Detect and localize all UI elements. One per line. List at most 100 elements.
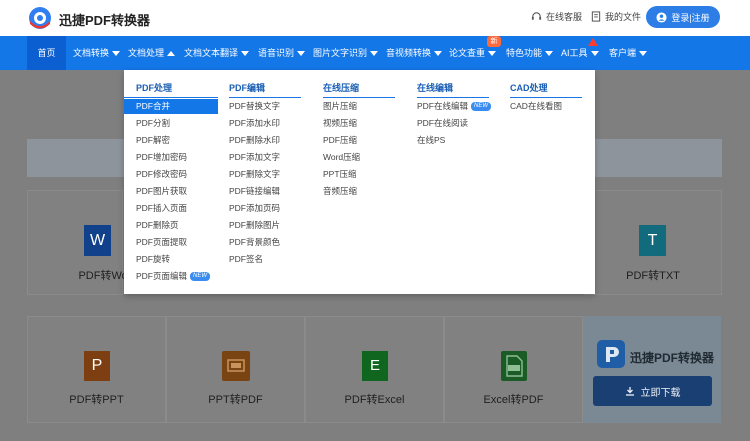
menu-item-pdf-remove-watermark[interactable]: PDF删除水印 — [229, 133, 280, 148]
menu-item-pdf-rotate[interactable]: PDF旋转 — [136, 252, 170, 267]
menu-item-pdf-decrypt[interactable]: PDF解密 — [136, 133, 170, 148]
card-pdf-to-excel[interactable]: E PDF转Excel — [305, 316, 444, 423]
menu-item-pdf-online-edit[interactable]: PDF在线编辑 NEW — [417, 99, 492, 114]
menu-item-pdf-link-edit[interactable]: PDF链接编辑 — [229, 184, 280, 199]
nav-image-ocr[interactable]: 图片文字识别 — [313, 36, 379, 70]
column-title-pdf-edit: PDF编辑 — [229, 83, 266, 93]
chevron-up-icon — [167, 51, 176, 57]
card-label: PDF转TXT — [626, 270, 680, 282]
pdf-file-icon — [506, 355, 523, 377]
menu-item-ppt-compress[interactable]: PPT压缩 — [323, 167, 357, 182]
menu-item-cad-online-view[interactable]: CAD在线看图 — [510, 99, 562, 114]
column-title-cad-process: CAD处理 — [510, 83, 548, 93]
file-icon — [591, 11, 601, 22]
customer-service-label: 在线客服 — [546, 12, 583, 22]
word-icon: W — [84, 225, 111, 256]
nav-label: 语音识别 — [258, 48, 295, 58]
card-ppt-to-pdf[interactable]: PPT转PDF — [166, 316, 305, 423]
menu-item-pdf-online-read[interactable]: PDF在线阅读 — [417, 116, 468, 131]
menu-item-image-compress[interactable]: 图片压缩 — [323, 99, 357, 114]
nav-av-convert[interactable]: 音视频转换 — [386, 36, 443, 70]
menu-item-pdf-add-password[interactable]: PDF增加密码 — [136, 150, 187, 165]
app-logo-icon — [597, 340, 625, 368]
chevron-down-icon — [545, 51, 554, 57]
menu-item-pdf-page-edit[interactable]: PDF页面编辑 NEW — [136, 269, 211, 284]
brand-name[interactable]: 迅捷PDF转换器 — [59, 10, 150, 29]
menu-item-pdf-delete-image[interactable]: PDF删除图片 — [229, 218, 280, 233]
menu-item-pdf-delete-page[interactable]: PDF删除页 — [136, 218, 179, 233]
card-excel-to-pdf[interactable]: Excel转PDF — [444, 316, 583, 423]
menu-item-online-ps[interactable]: 在线PS — [417, 133, 445, 148]
menu-item-pdf-change-password[interactable]: PDF修改密码 — [136, 167, 187, 182]
brand-logo-icon[interactable] — [27, 6, 53, 30]
column-title-pdf-process: PDF处理 — [136, 83, 173, 93]
customer-service-link[interactable]: 在线客服 — [531, 10, 582, 23]
menu-item-video-compress[interactable]: 视频压缩 — [323, 116, 357, 131]
column-divider — [323, 97, 395, 98]
ppt-to-pdf-icon — [222, 351, 250, 381]
menu-item-pdf-compress[interactable]: PDF压缩 — [323, 133, 357, 148]
txt-icon: T — [639, 225, 666, 256]
card-pdf-to-ppt[interactable]: P PDF转PPT — [27, 316, 166, 423]
new-badge: 新 — [487, 36, 501, 47]
menu-item-pdf-background-color[interactable]: PDF背景颜色 — [229, 235, 280, 250]
nav-label: 文档转换 — [73, 48, 110, 58]
new-tag: NEW — [471, 102, 492, 112]
presentation-icon — [227, 359, 245, 372]
card-pdf-to-txt[interactable]: T PDF转TXT — [584, 190, 722, 295]
my-files-link[interactable]: 我的文件 — [591, 10, 641, 23]
menu-item-pdf-signature[interactable]: PDF签名 — [229, 252, 263, 267]
card-pdf-to-word[interactable]: W PDF转Word — [27, 190, 138, 295]
nav-special-features[interactable]: 特色功能 — [506, 36, 554, 70]
menu-item-pdf-add-page-number[interactable]: PDF添加页码 — [229, 201, 280, 216]
menu-item-pdf-merge[interactable]: PDF合并 — [124, 99, 218, 114]
headset-icon — [531, 12, 542, 20]
card-label: PPT转PDF — [208, 394, 263, 406]
nav-label: 文档文本翻译 — [184, 48, 239, 58]
chevron-down-icon — [297, 51, 306, 57]
chevron-down-icon — [370, 51, 379, 57]
chevron-down-icon — [590, 51, 599, 57]
excel-icon: E — [362, 351, 388, 381]
nav-label: AI工具 — [561, 48, 588, 58]
promo-title: 迅捷PDF转换器 — [630, 351, 715, 365]
chevron-down-icon — [639, 51, 648, 57]
column-divider — [417, 97, 489, 98]
download-promo-panel — [583, 316, 721, 423]
menu-item-pdf-add-text[interactable]: PDF添加文字 — [229, 150, 280, 165]
nav-label: 音视频转换 — [386, 48, 432, 58]
menu-item-pdf-extract-images[interactable]: PDF图片获取 — [136, 184, 187, 199]
column-divider — [229, 97, 301, 98]
my-files-label: 我的文件 — [605, 12, 642, 22]
nav-client[interactable]: 客户端 — [609, 36, 648, 70]
ppt-icon: P — [84, 351, 110, 381]
nav-home[interactable]: 首页 — [27, 36, 66, 70]
download-now-button[interactable]: 立即下载 — [593, 376, 712, 406]
nav-doc-process[interactable]: 文档处理 — [128, 36, 176, 70]
nav-doc-convert[interactable]: 文档转换 — [73, 36, 121, 70]
menu-item-pdf-replace-text[interactable]: PDF替换文字 — [229, 99, 280, 114]
ai-hot-marker-icon — [588, 38, 598, 46]
nav-label: 文档处理 — [128, 48, 165, 58]
download-icon — [625, 387, 634, 396]
menu-item-word-compress[interactable]: Word压缩 — [323, 150, 360, 165]
nav-label: 论文查重 — [449, 48, 486, 58]
menu-item-pdf-delete-text[interactable]: PDF删除文字 — [229, 167, 280, 182]
chevron-down-icon — [488, 51, 497, 57]
menu-item-label: PDF在线编辑 — [417, 101, 469, 111]
login-register-button[interactable]: 登录|注册 — [646, 6, 720, 28]
menu-item-pdf-insert-page[interactable]: PDF插入页面 — [136, 201, 187, 216]
menu-item-audio-compress[interactable]: 音频压缩 — [323, 184, 357, 199]
column-title-online-edit: 在线编辑 — [417, 83, 454, 93]
nav-label: 图片文字识别 — [313, 48, 368, 58]
nav-doc-translate[interactable]: 文档文本翻译 — [184, 36, 250, 70]
menu-item-pdf-extract-page[interactable]: PDF页面提取 — [136, 235, 187, 250]
chevron-down-icon — [434, 51, 443, 57]
menu-item-pdf-add-watermark[interactable]: PDF添加水印 — [229, 116, 280, 131]
nav-speech-recognition[interactable]: 语音识别 — [258, 36, 306, 70]
top-header: 迅捷PDF转换器 在线客服 我的文件 登录|注册 — [0, 0, 750, 36]
nav-label: 特色功能 — [506, 48, 543, 58]
menu-item-pdf-split[interactable]: PDF分割 — [136, 116, 170, 131]
card-label: PDF转PPT — [69, 394, 124, 406]
column-divider — [510, 97, 582, 98]
